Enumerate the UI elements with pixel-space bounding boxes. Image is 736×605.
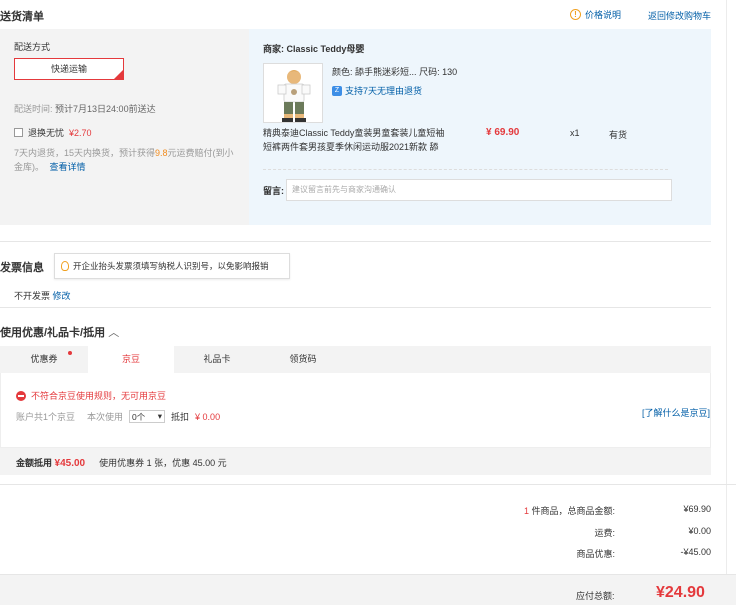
merchant-name: 商家: Classic Teddy母婴 (263, 42, 364, 55)
invoice-edit-link[interactable]: 修改 (53, 291, 71, 301)
shipping-method-button[interactable]: 快递运输 (14, 58, 124, 80)
return-description: 7天内退货，15天内换货，预计获得9.8元运费赔付(到小金库)。 查看详情 (14, 146, 242, 174)
discount-row: 商品优惠: -¥45.00 (415, 547, 711, 560)
invoice-tip: 开企业抬头发票须填写纳税人识别号，以免影响报销 (54, 253, 290, 279)
return-option: 退换无忧 ¥2.70 (14, 126, 92, 139)
jingdou-error: 不符合京豆使用规则，无可用京豆 (16, 389, 166, 402)
items-total-label: 1 件商品，总商品金额: (415, 504, 615, 517)
support-label: 支持7天无理由退货 (345, 86, 423, 96)
account-beans: 账户共1个京豆 (16, 412, 76, 422)
tab-pickup-code[interactable]: 领货码 (260, 346, 346, 374)
divider (0, 307, 711, 308)
invoice-tip-text: 开企业抬头发票须填写纳税人识别号，以免影响报销 (73, 261, 269, 271)
section-title: 送货清单 (0, 11, 44, 23)
notification-dot-icon (68, 351, 72, 355)
discount-summary: 金额抵用 ¥45.00 使用优惠券 1 张，优惠 45.00 元 (16, 456, 227, 469)
selected-corner-icon (114, 70, 123, 79)
coupons-title[interactable]: 使用优惠/礼品卡/抵用 ︿ (0, 324, 119, 340)
delivery-time: 配送时间: 预计7月13日24:00前送达 (14, 102, 156, 115)
return-desc-amount: 9.8 (155, 148, 168, 158)
tab-coupon-label: 优惠券 (30, 354, 58, 364)
deduct-value: ¥ 0.00 (195, 411, 221, 422)
product-discount-label: 商品优惠: (576, 549, 615, 559)
product-image (264, 64, 322, 122)
jingdou-select[interactable]: 0个 ▾ (129, 410, 166, 423)
lightbulb-icon (61, 261, 69, 271)
jingdou-error-text: 不符合京豆使用规则，无可用京豆 (31, 391, 167, 401)
invoice-value-text: 不开发票 (14, 291, 51, 301)
product-thumbnail[interactable] (263, 63, 323, 123)
error-icon (16, 390, 26, 401)
back-to-cart-link[interactable]: 返回修改购物车 (648, 9, 711, 22)
delivery-time-label: 配送时间: (14, 104, 53, 114)
merchant-label: 商家: (263, 44, 284, 54)
product-attributes: 颜色: 舔手熊迷彩短... 尺码: 130 (332, 65, 457, 78)
return-option-label: 退换无忧 (28, 128, 65, 138)
invoice-title: 发票信息 (0, 262, 44, 274)
grand-total-label: 应付总额: (576, 591, 615, 601)
product-name[interactable]: 精典泰迪Classic Teddy童装男童套装儿童短袖短裤两件套男孩夏季休闲运动… (263, 126, 448, 154)
tab-gift-card[interactable]: 礼品卡 (174, 346, 260, 374)
items-label: 件商品，总商品金额: (531, 506, 615, 516)
shipping-method-label: 快递运输 (50, 64, 87, 74)
message-label: 留言: (263, 186, 284, 196)
use-label: 本次使用 (87, 412, 124, 422)
grand-total-bar (0, 574, 736, 605)
price-explain-link[interactable]: ! 价格说明 (570, 8, 621, 21)
tab-coupon[interactable]: 优惠券 (0, 346, 88, 374)
price-explain-label[interactable]: 价格说明 (585, 8, 621, 21)
return-detail-link[interactable]: 查看详情 (50, 162, 86, 172)
items-total-row: 1 件商品，总商品金额: ¥69.90 (415, 504, 711, 517)
product-quantity: x1 (570, 128, 580, 138)
divider (263, 169, 668, 170)
message-input[interactable]: 建议留言前先与商家沟通确认 (286, 179, 672, 201)
deduct-label: 抵扣 (171, 412, 190, 422)
return-support: Z 支持7天无理由退货 (332, 84, 422, 97)
color-value: 舔手熊迷彩短... (355, 67, 417, 77)
shipping-fee-value: ¥0.00 (688, 526, 711, 536)
invoice-value: 不开发票 修改 (14, 289, 71, 302)
discount-amount: 金额抵用 ¥45.00 (16, 456, 85, 469)
learn-jingdou-link[interactable]: [了解什么是京豆] (642, 406, 710, 419)
divider (0, 484, 736, 485)
chevron-down-icon: ▾ (157, 411, 163, 421)
shipping-fee-label: 运费: (594, 528, 615, 538)
return-checkbox[interactable] (14, 128, 23, 137)
items-count: 1 (523, 506, 529, 516)
shipping-label: 配送方式 (14, 42, 51, 52)
delivery-time-value: 预计7月13日24:00前送达 (55, 104, 156, 114)
jingdou-usage: 账户共1个京豆 本次使用 0个 ▾ 抵扣 ¥ 0.00 (16, 410, 220, 423)
divider (0, 241, 711, 242)
merchant-value: Classic Teddy母婴 (286, 44, 365, 54)
return-desc-text: 7天内退货，15天内换货，预计获得 (14, 148, 156, 158)
discount-value: ¥45.00 (54, 458, 86, 469)
return-price: ¥2.70 (69, 127, 92, 138)
color-label: 颜色: (332, 67, 353, 77)
size-value: 130 (442, 67, 458, 77)
product-discount-value: -¥45.00 (680, 547, 711, 557)
grand-total-value: ¥24.90 (656, 584, 705, 601)
seven-day-return-icon: Z (332, 85, 342, 96)
warning-icon: ! (570, 9, 581, 20)
product-stock: 有货 (609, 130, 628, 140)
coupons-title-text: 使用优惠/礼品卡/抵用 (0, 327, 106, 339)
discount-desc: 使用优惠券 1 张，优惠 45.00 元 (99, 458, 227, 468)
tab-jingdou[interactable]: 京豆 (88, 346, 174, 374)
page-edge (726, 0, 727, 605)
discount-label: 金额抵用 (16, 458, 53, 468)
items-total-value: ¥69.90 (683, 504, 711, 514)
chevron-up-icon: ︿ (108, 327, 120, 339)
jingdou-select-value: 0个 (132, 411, 146, 422)
size-label: 尺码: (419, 67, 440, 77)
shipping-fee-row: 运费: ¥0.00 (415, 526, 711, 539)
product-price: ¥ 69.90 (486, 127, 520, 138)
